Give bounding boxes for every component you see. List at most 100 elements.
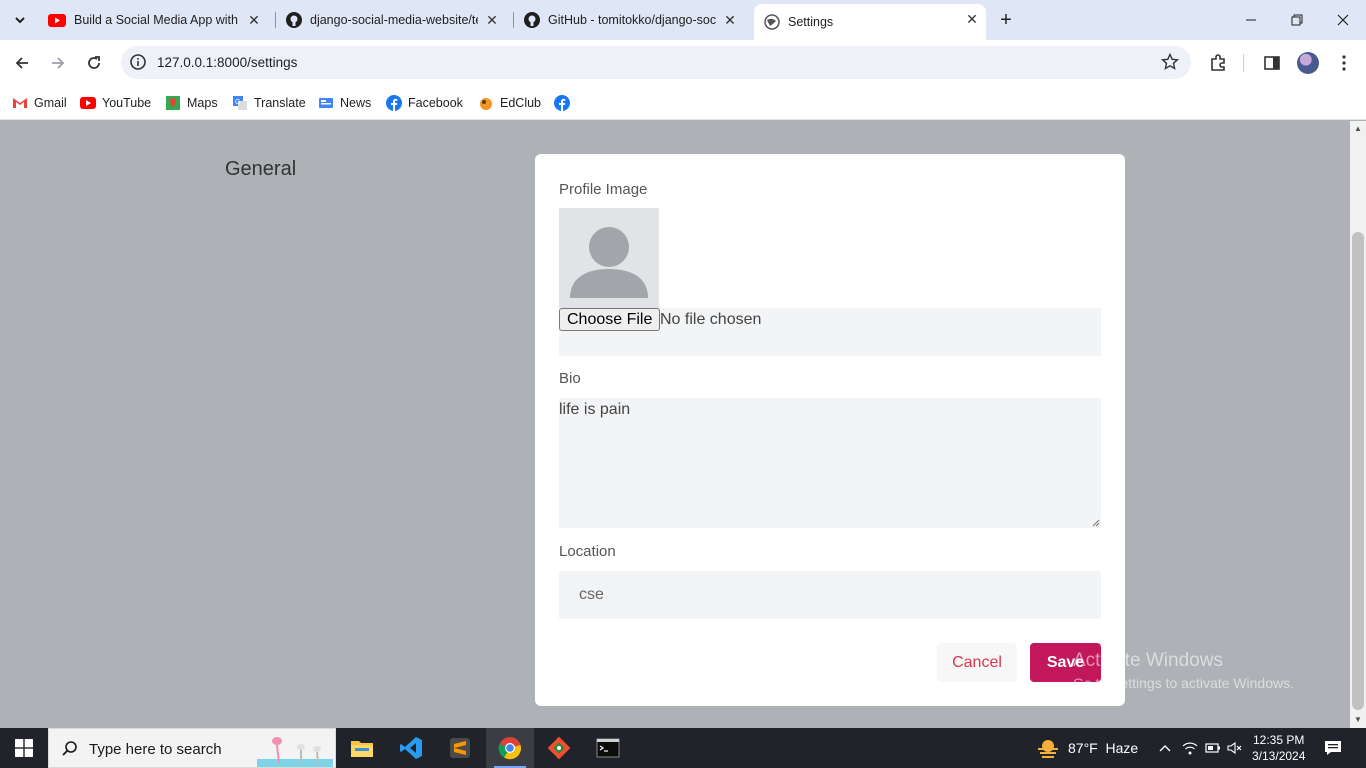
- close-icon[interactable]: ✕: [246, 12, 262, 28]
- profile-image-label: Profile Image: [559, 181, 648, 198]
- taskbar-chrome[interactable]: [486, 728, 534, 768]
- svg-text:G: G: [235, 99, 240, 106]
- taskbar-terminal[interactable]: [584, 728, 632, 768]
- side-panel-icon: [1264, 56, 1280, 70]
- bookmark-youtube[interactable]: YouTube: [80, 92, 151, 114]
- vscode-icon: [400, 737, 422, 759]
- bookmark-translate[interactable]: G Translate: [232, 92, 306, 114]
- clock-time: 12:35 PM: [1253, 733, 1305, 747]
- bookmark-gmail[interactable]: Gmail: [12, 92, 67, 114]
- taskbar-file-explorer[interactable]: [338, 728, 386, 768]
- taskbar-vscode[interactable]: [387, 728, 435, 768]
- bookmark-facebook[interactable]: Facebook: [386, 92, 463, 114]
- cancel-button[interactable]: Cancel: [937, 643, 1017, 682]
- reload-button[interactable]: [82, 51, 106, 75]
- profile-image-file-field: Choose File No file chosen: [559, 308, 1101, 356]
- weather-widget[interactable]: 87°F Haze: [1036, 738, 1138, 758]
- tab-github-website[interactable]: django-social-media-website/te ✕: [276, 5, 506, 35]
- menu-button[interactable]: [1333, 52, 1355, 74]
- clock-date: 3/13/2024: [1252, 749, 1306, 763]
- more-vertical-icon: [1342, 55, 1346, 71]
- location-label: Location: [559, 543, 616, 560]
- file-status-text: No file chosen: [660, 311, 762, 328]
- system-clock[interactable]: 12:35 PM 3/13/2024: [1252, 732, 1305, 764]
- bookmark-label: Translate: [254, 96, 306, 110]
- close-icon: [1337, 14, 1349, 26]
- forward-button[interactable]: [46, 51, 70, 75]
- close-icon[interactable]: ✕: [964, 11, 980, 27]
- youtube-icon: [48, 13, 66, 27]
- scrollbar[interactable]: ▲ ▼: [1350, 121, 1366, 728]
- chevron-up-icon[interactable]: [1157, 740, 1173, 756]
- network-icon[interactable]: [1182, 740, 1198, 756]
- location-value: cse: [579, 586, 604, 603]
- bookmark-facebook-2[interactable]: [554, 92, 576, 114]
- bio-label: Bio: [559, 370, 581, 387]
- url-text[interactable]: 127.0.0.1:8000/settings: [157, 55, 297, 70]
- battery-icon[interactable]: [1205, 740, 1221, 756]
- back-button[interactable]: [10, 51, 34, 75]
- address-bar[interactable]: 127.0.0.1:8000/settings: [121, 46, 1191, 79]
- browser-toolbar: 127.0.0.1:8000/settings: [0, 40, 1366, 86]
- plus-icon: +: [1000, 8, 1012, 31]
- volume-muted-icon[interactable]: [1227, 740, 1243, 756]
- youtube-icon: [80, 97, 96, 109]
- side-panel-button[interactable]: [1261, 52, 1283, 74]
- bio-textarea[interactable]: life is pain: [559, 398, 1101, 528]
- sublime-icon: [450, 738, 470, 758]
- globe-icon: [764, 14, 780, 30]
- user-placeholder-icon: [570, 227, 648, 298]
- minimize-icon: [1246, 19, 1256, 21]
- close-window-button[interactable]: [1320, 0, 1366, 40]
- scrollbar-thumb[interactable]: [1352, 232, 1364, 710]
- tab-title: Build a Social Media App with D: [74, 13, 242, 27]
- gmail-icon: [13, 98, 27, 108]
- avatar[interactable]: [1297, 52, 1319, 74]
- minimize-button[interactable]: [1228, 0, 1274, 40]
- notification-icon[interactable]: [1324, 739, 1342, 757]
- scroll-down-arrow-icon[interactable]: ▼: [1354, 716, 1362, 724]
- resize-handle-icon[interactable]: [1092, 519, 1100, 527]
- new-tab-button[interactable]: +: [994, 8, 1018, 32]
- terminal-icon: [596, 738, 620, 758]
- windows-icon: [15, 739, 33, 757]
- activate-windows-watermark: Activate Windows Go to Settings to activ…: [1073, 650, 1294, 691]
- bookmark-label: YouTube: [102, 96, 152, 110]
- choose-file-button[interactable]: Choose File: [559, 308, 661, 331]
- bookmark-label: Maps: [187, 96, 218, 110]
- edclub-icon: [480, 98, 492, 110]
- taskbar: Type here to search 87°F Haze 12:35 PM 3…: [0, 728, 1366, 768]
- bookmark-news[interactable]: News: [318, 92, 371, 114]
- weather-text: 87°F Haze: [1068, 740, 1139, 756]
- search-icon: [62, 741, 77, 756]
- info-icon[interactable]: [129, 53, 147, 71]
- tab-search-button[interactable]: [8, 8, 32, 32]
- settings-form: Profile Image Choose File No file chosen…: [535, 154, 1125, 706]
- tab-youtube[interactable]: Build a Social Media App with D ✕: [38, 5, 268, 35]
- chrome-icon: [498, 737, 522, 760]
- taskbar-sublime[interactable]: [436, 728, 484, 768]
- watermark-title: Activate Windows: [1073, 650, 1223, 671]
- tab-title: GitHub - tomitokko/django-soc: [548, 13, 716, 27]
- start-button[interactable]: [0, 728, 48, 768]
- close-icon[interactable]: ✕: [722, 12, 738, 28]
- github-icon: [524, 12, 540, 28]
- star-icon[interactable]: [1161, 53, 1179, 71]
- bookmark-label: News: [340, 96, 372, 110]
- location-input[interactable]: cse: [559, 571, 1101, 619]
- page-content: General Profile Image Choose File No fil…: [0, 121, 1350, 728]
- taskbar-search[interactable]: Type here to search: [48, 728, 336, 768]
- close-icon[interactable]: ✕: [484, 12, 500, 28]
- weather-haze-icon: [1038, 740, 1058, 758]
- restore-button[interactable]: [1274, 0, 1320, 40]
- bookmark-edclub[interactable]: EdClub: [478, 92, 541, 114]
- extensions-button[interactable]: [1207, 52, 1229, 74]
- folder-icon: [351, 741, 373, 757]
- tab-github-repo[interactable]: GitHub - tomitokko/django-soc ✕: [514, 5, 744, 35]
- bookmark-maps[interactable]: Maps: [165, 92, 218, 114]
- page-title: General: [225, 158, 297, 180]
- watermark-subtitle: Go to Settings to activate Windows.: [1073, 675, 1294, 691]
- taskbar-git[interactable]: [535, 728, 583, 768]
- scroll-up-arrow-icon[interactable]: ▲: [1354, 125, 1362, 133]
- tab-settings[interactable]: Settings ✕: [754, 4, 986, 40]
